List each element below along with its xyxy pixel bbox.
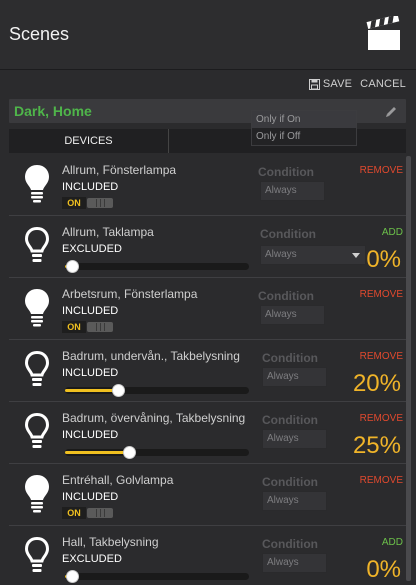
device-name: Badrum, övervåning, Takbelysning [62,411,246,425]
lightbulb-on-icon [25,289,49,327]
device-row: Allrum, Taklampa EXCLUDED 0% Condition Alway… [9,216,406,278]
device-status: INCLUDED [62,429,119,441]
condition-option[interactable]: Only if On [252,111,356,128]
slider-knob[interactable] [123,446,137,459]
toggle-switch[interactable] [87,508,113,518]
device-row: Badrum, övervåning, Takbelysning INCLUDED… [9,402,406,464]
on-label: ON [62,197,86,209]
condition-select[interactable]: Always [262,553,327,573]
dimmer-slider[interactable] [65,446,249,459]
remove-button[interactable]: REMOVE [360,475,403,486]
condition-select[interactable]: Always [262,491,327,511]
device-name: Allrum, Taklampa [62,225,154,239]
device-name: Arbetsrum, Fönsterlampa [62,287,198,301]
device-row: Entréhall, Golvlampa INCLUDED ON Condition A… [9,464,406,526]
lightbulb-on-icon [25,475,49,513]
condition-value: Always [267,371,299,382]
lightbulb-off-icon [24,226,50,262]
slider-knob[interactable] [66,570,79,583]
remove-button[interactable]: REMOVE [360,289,403,300]
device-name: Hall, Takbelysning [62,535,159,549]
scrollbar-thumb[interactable] [406,156,411,581]
condition-label: Condition [262,475,318,489]
toggle-switch[interactable] [87,322,113,332]
save-icon [308,78,320,90]
tab-devices[interactable]: DEVICES [9,129,169,153]
device-status: INCLUDED [62,305,119,317]
clapperboard-icon[interactable] [366,16,402,52]
slider-knob[interactable] [66,260,79,273]
condition-value: Always [267,433,299,444]
on-off-toggle[interactable]: ON [62,507,114,519]
condition-value: Always [267,557,299,568]
lightbulb-off-icon [24,412,50,448]
add-button[interactable]: ADD [382,227,403,238]
device-status: INCLUDED [62,491,119,503]
chevron-down-icon[interactable] [352,253,360,258]
scene-actions: SAVE CANCEL [308,78,406,90]
remove-button[interactable]: REMOVE [360,413,403,424]
condition-select[interactable]: Always [260,245,366,265]
condition-label: Condition [260,227,316,241]
device-row: Hall, Takbelysning EXCLUDED 0% Condition Alw… [9,526,406,585]
device-status: INCLUDED [62,181,119,193]
dimmer-slider[interactable] [65,570,249,583]
lightbulb-off-icon [24,536,50,572]
device-status: INCLUDED [62,367,119,379]
device-name: Badrum, undervån., Takbelysning [62,349,240,363]
scene-name: Dark, Home [14,103,92,119]
condition-select[interactable]: Always [260,305,325,325]
toggle-switch[interactable] [87,198,113,208]
slider-fill [65,389,118,392]
condition-select[interactable]: Always [262,429,327,449]
condition-value: Always [265,309,297,320]
device-list: Allrum, Fönsterlampa INCLUDED ON Condition A… [9,154,406,585]
condition-select[interactable]: Always [260,181,325,201]
lightbulb-on-icon [25,165,49,203]
device-status: EXCLUDED [62,553,122,565]
level-percent: 25% [352,432,401,459]
device-row: Arbetsrum, Fönsterlampa INCLUDED ON Conditi… [9,278,406,340]
condition-option[interactable]: Only if Off [252,128,356,145]
condition-label: Condition [262,351,318,365]
add-button[interactable]: ADD [382,537,403,548]
condition-value: Always [265,249,297,260]
level-percent: 0% [366,246,401,273]
remove-button[interactable]: REMOVE [360,351,403,362]
on-label: ON [62,321,86,333]
condition-label: Condition [258,289,314,303]
device-name: Entréhall, Golvlampa [62,473,174,487]
device-row: Badrum, undervån., Takbelysning INCLUDED 2… [9,340,406,402]
level-percent: 0% [366,556,401,583]
condition-label: Condition [262,537,318,551]
condition-select[interactable]: Always [262,367,327,387]
on-label: ON [62,507,86,519]
pencil-icon[interactable] [384,104,398,118]
remove-button[interactable]: REMOVE [360,165,403,176]
slider-knob[interactable] [111,384,125,397]
device-row: Allrum, Fönsterlampa INCLUDED ON Condition A… [9,154,406,216]
page-title: Scenes [9,24,70,44]
level-percent: 20% [352,370,401,397]
save-button[interactable]: SAVE [308,78,353,90]
app-header: Scenes [0,0,416,70]
device-status: EXCLUDED [62,243,122,255]
slider-fill [65,451,130,454]
condition-value: Always [265,185,297,196]
scrollbar[interactable] [406,154,411,585]
on-off-toggle[interactable]: ON [62,321,114,333]
condition-dropdown-menu: Only if On Only if Off [251,110,357,146]
device-name: Allrum, Fönsterlampa [62,163,177,177]
condition-value: Always [267,495,299,506]
dimmer-slider[interactable] [65,260,249,273]
dimmer-slider[interactable] [65,384,249,397]
condition-label: Condition [258,165,314,179]
condition-label: Condition [262,413,318,427]
lightbulb-off-icon [24,350,50,386]
save-label: SAVE [322,78,353,90]
on-off-toggle[interactable]: ON [62,197,114,209]
cancel-button[interactable]: CANCEL [360,78,406,90]
